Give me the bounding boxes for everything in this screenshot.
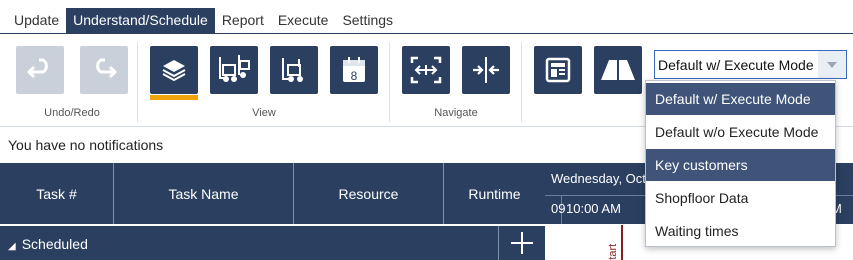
dropdown-option-key-customers[interactable]: Key customers (646, 149, 835, 181)
center-timeline-icon (473, 57, 499, 83)
tab-execute[interactable]: Execute (271, 8, 336, 33)
timeline-time-label: 10:00 AM (566, 201, 621, 216)
perspective-button[interactable] (594, 46, 642, 94)
dropdown-option-default-execute[interactable]: Default w/ Execute Mode (646, 83, 835, 115)
go-to-now-button[interactable] (462, 46, 510, 94)
ribbon-separator (137, 42, 138, 122)
redo-icon (96, 58, 118, 79)
calendar-icon: 8 (343, 57, 365, 83)
start-marker-line (621, 225, 623, 260)
column-header-task-number[interactable]: Task # (0, 163, 114, 224)
ribbon-separator (389, 42, 390, 122)
plus-icon (511, 232, 533, 254)
app-root: Update Understand/Schedule Report Execut… (0, 0, 853, 260)
tab-settings[interactable]: Settings (335, 8, 400, 33)
redo-button[interactable] (80, 46, 128, 94)
group-label-undo-redo: Undo/Redo (44, 107, 100, 119)
column-header-task-name[interactable]: Task Name (114, 163, 294, 224)
forklift-icon (282, 58, 303, 82)
fit-to-view-button[interactable] (402, 46, 450, 94)
layout-dropdown-list: Default w/ Execute Mode Default w/o Exec… (645, 80, 836, 247)
resource-group-view-button[interactable] (210, 46, 258, 94)
trapezoid-icon (601, 60, 635, 80)
resource-view-button[interactable] (270, 46, 318, 94)
tab-update[interactable]: Update (0, 8, 66, 33)
layout-select[interactable]: Default w/ Execute Mode (654, 50, 847, 79)
dropdown-toggle[interactable] (818, 51, 846, 78)
ribbon-separator (521, 42, 522, 122)
dropdown-option-waiting-times[interactable]: Waiting times (646, 215, 835, 247)
timeline-partial-time: 09 (551, 201, 566, 216)
layers-icon (162, 60, 186, 82)
group-label-navigate: Navigate (434, 107, 478, 119)
report-button[interactable] (534, 46, 582, 94)
notification-text: You have no notifications (8, 137, 164, 153)
active-view-indicator (150, 95, 198, 100)
fit-width-icon (410, 56, 442, 84)
group-label-text: Scheduled (21, 236, 88, 252)
document-icon (545, 57, 571, 83)
chevron-down-icon (827, 61, 837, 68)
add-task-button[interactable] (498, 226, 545, 260)
group-label-view: View (252, 107, 276, 119)
start-marker-label: Start (607, 243, 619, 260)
calendar-day-number: 8 (351, 69, 358, 83)
timeline-date-label: Wednesday, Oct (551, 171, 646, 186)
scheduled-group-label: ◢ Scheduled (8, 236, 88, 252)
layers-view-button[interactable] (150, 46, 198, 94)
task-grid-header: Task # Task Name Resource Runtime (0, 163, 545, 224)
forklifts-icon (219, 55, 250, 82)
tab-understand-schedule[interactable]: Understand/Schedule (66, 8, 215, 33)
dropdown-option-default-no-execute[interactable]: Default w/o Execute Mode (646, 116, 835, 148)
tab-report[interactable]: Report (215, 8, 271, 33)
undo-icon (26, 58, 48, 79)
column-header-runtime[interactable]: Runtime (444, 163, 545, 224)
undo-button[interactable] (16, 46, 64, 94)
layout-select-value: Default w/ Execute Mode (658, 56, 814, 73)
dropdown-option-shopfloor-data[interactable]: Shopfloor Data (646, 182, 835, 214)
calendar-view-button[interactable]: 8 (330, 46, 378, 94)
collapse-triangle-icon: ◢ (8, 241, 16, 252)
column-header-resource[interactable]: Resource (294, 163, 444, 224)
scheduled-group-row[interactable]: ◢ Scheduled (0, 226, 545, 260)
menu-bar: Update Understand/Schedule Report Execut… (0, 8, 400, 33)
